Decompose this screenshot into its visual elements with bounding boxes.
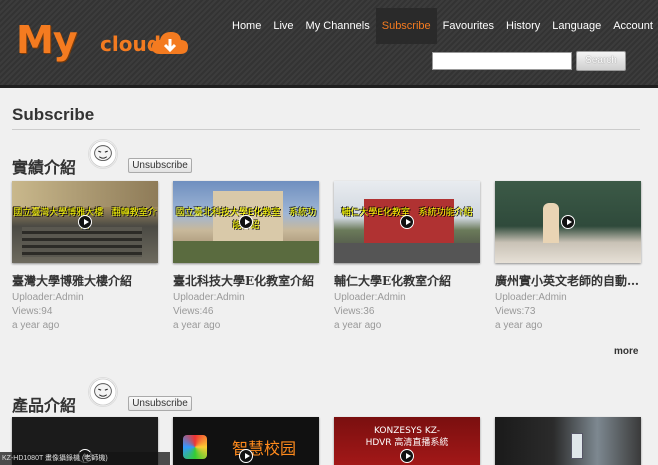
thumbnail-caption: KONZESYS KZ-HDVR 高清直播系統: [365, 426, 449, 448]
unsubscribe-button[interactable]: Unsubscribe: [128, 396, 192, 411]
video-thumbnail[interactable]: [495, 181, 641, 263]
video-card[interactable]: 國立臺灣大學博雅大樓 翻轉教室介紹 臺灣大學博雅大樓介紹 Uploader:Ad…: [12, 181, 158, 331]
thumbnail-caption: KZ-HD1080T 畫像攝錄機 (老師機): [0, 452, 170, 465]
video-card[interactable]: 輔仁大學E化教室 系統功能介紹 輔仁大學E化教室介紹 Uploader:Admi…: [334, 181, 480, 331]
nav-subscribe[interactable]: Subscribe: [375, 8, 437, 44]
video-card[interactable]: 國立臺北科技大學E化教室 系統功能介紹 臺北科技大學E化教室介紹 Uploade…: [173, 181, 319, 331]
nav-language[interactable]: Language: [546, 8, 607, 44]
section-title[interactable]: 產品介紹: [12, 392, 76, 416]
video-uploader: Uploader:Admin: [173, 292, 245, 303]
video-title[interactable]: 廣州實小英文老師的自動…: [495, 272, 641, 289]
avatar: [88, 139, 118, 169]
video-thumbnail[interactable]: KONZESYS KZ-HDVR 高清直播系統: [334, 417, 480, 465]
play-icon[interactable]: [78, 215, 92, 229]
video-views: Views:36: [334, 306, 375, 317]
search-input[interactable]: [432, 52, 572, 70]
section-title[interactable]: 實績介紹: [12, 154, 76, 178]
video-title[interactable]: 臺北科技大學E化教室介紹: [173, 272, 319, 289]
thumbnail-caption: 智慧校园: [231, 439, 296, 458]
cloud-icon: [152, 32, 188, 54]
nav-favourites[interactable]: Favourites: [437, 8, 500, 44]
search-button[interactable]: Search: [576, 51, 626, 71]
video-card[interactable]: 智慧校园: [173, 417, 319, 465]
video-uploader: Uploader:Admin: [495, 292, 567, 303]
video-thumbnail[interactable]: [495, 417, 641, 465]
play-icon[interactable]: [239, 215, 253, 229]
video-title[interactable]: 臺灣大學博雅大樓介紹: [12, 272, 158, 289]
play-icon[interactable]: [400, 449, 414, 463]
video-views: Views:46: [173, 306, 214, 317]
video-uploader: Uploader:Admin: [12, 292, 84, 303]
video-title[interactable]: 輔仁大學E化教室介紹: [334, 272, 480, 289]
unsubscribe-button[interactable]: Unsubscribe: [128, 158, 192, 173]
mycloud-logo[interactable]: My cloud: [16, 14, 192, 70]
play-icon[interactable]: [239, 449, 253, 463]
play-icon[interactable]: [400, 215, 414, 229]
video-thumbnail[interactable]: 輔仁大學E化教室 系統功能介紹: [334, 181, 480, 263]
page-title: Subscribe: [12, 105, 95, 124]
logo-my-text: My: [16, 18, 78, 62]
video-date: a year ago: [334, 320, 382, 331]
video-thumbnail[interactable]: 國立臺灣大學博雅大樓 翻轉教室介紹: [12, 181, 158, 263]
video-thumbnail[interactable]: 國立臺北科技大學E化教室 系統功能介紹: [173, 181, 319, 263]
video-card[interactable]: KONZESYS KZ-HDVR 高清直播系統: [334, 417, 480, 465]
video-thumbnail[interactable]: 智慧校园: [173, 417, 319, 465]
video-uploader: Uploader:Admin: [334, 292, 406, 303]
avatar: [88, 377, 118, 407]
video-date: a year ago: [495, 320, 543, 331]
more-link[interactable]: more: [614, 346, 638, 357]
video-date: a year ago: [12, 320, 60, 331]
divider: [12, 129, 640, 130]
nav-my-channels[interactable]: My Channels: [300, 8, 376, 44]
video-date: a year ago: [173, 320, 221, 331]
nav-live[interactable]: Live: [267, 8, 299, 44]
header: My cloud Home Live My Channels Subscribe…: [0, 0, 658, 88]
video-card[interactable]: [495, 417, 641, 465]
nav-history[interactable]: History: [500, 8, 546, 44]
main-nav: Home Live My Channels Subscribe Favourit…: [226, 8, 658, 44]
video-views: Views:94: [12, 306, 53, 317]
video-card[interactable]: 廣州實小英文老師的自動… Uploader:Admin Views:73 a y…: [495, 181, 641, 331]
play-icon[interactable]: [561, 215, 575, 229]
nav-home[interactable]: Home: [226, 8, 267, 44]
nav-account[interactable]: Account: [607, 8, 658, 44]
video-views: Views:73: [495, 306, 536, 317]
